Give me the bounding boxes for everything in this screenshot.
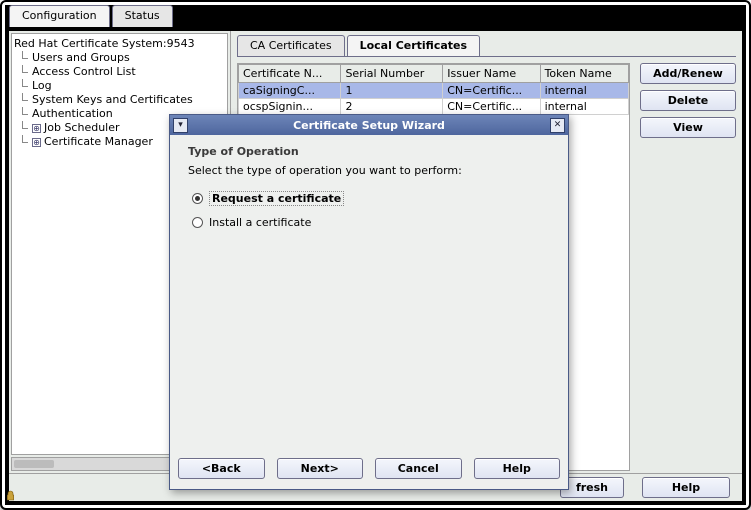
wizard-buttons: <Back Next> Cancel Help <box>170 452 568 489</box>
view-button[interactable]: View <box>640 117 736 138</box>
lock-icon <box>5 490 16 501</box>
help-button[interactable]: Help <box>642 477 730 498</box>
refresh-button[interactable]: fresh <box>560 477 624 498</box>
tree-item-label: Certificate Manager <box>44 135 153 148</box>
minimize-icon[interactable]: ▾ <box>173 118 188 133</box>
wizard-instruction: Select the type of operation you want to… <box>188 164 552 177</box>
dialog-body: Type of Operation Select the type of ope… <box>170 135 568 452</box>
tab-status[interactable]: Status <box>112 5 173 27</box>
cell: 1 <box>341 83 443 99</box>
col-serial[interactable]: Serial Number <box>341 65 443 83</box>
cert-table[interactable]: Certificate N... Serial Number Issuer Na… <box>238 64 629 115</box>
app-window: Configuration Status Red Hat Certificate… <box>0 0 751 510</box>
cancel-button[interactable]: Cancel <box>375 458 462 479</box>
table-row[interactable]: caSigningC... 1 CN=Certific... internal <box>239 83 629 99</box>
tab-bar-fill <box>175 5 746 27</box>
action-buttons: Add/Renew Delete View <box>640 63 736 471</box>
table-row[interactable]: ocspSignin... 2 CN=Certific... internal <box>239 99 629 115</box>
tree-item-syskeys[interactable]: System Keys and Certificates <box>14 93 225 107</box>
cell: internal <box>540 99 628 115</box>
main-tabs: Configuration Status <box>5 5 746 27</box>
tree-item-log[interactable]: Log <box>14 79 225 93</box>
table-header-row: Certificate N... Serial Number Issuer Na… <box>239 65 629 83</box>
next-button[interactable]: Next> <box>277 458 364 479</box>
dialog-titlebar[interactable]: ▾ Certificate Setup Wizard ✕ <box>170 115 568 135</box>
cell: internal <box>540 83 628 99</box>
tab-ca-certificates[interactable]: CA Certificates <box>237 35 345 56</box>
expand-handle-icon[interactable]: ⊕ <box>32 124 41 133</box>
cell: 2 <box>341 99 443 115</box>
cell: ocspSignin... <box>239 99 341 115</box>
col-issuer[interactable]: Issuer Name <box>443 65 540 83</box>
tree-item-acl[interactable]: Access Control List <box>14 65 225 79</box>
tree-item-label: Job Scheduler <box>44 121 120 134</box>
status-bar <box>5 490 25 505</box>
radio-request[interactable] <box>192 193 203 204</box>
cert-tabs: CA Certificates Local Certificates <box>237 35 736 57</box>
option-install-cert[interactable]: Install a certificate <box>188 216 552 229</box>
scrollbar-thumb[interactable] <box>14 460 54 468</box>
tree-item-users-groups[interactable]: Users and Groups <box>14 51 225 65</box>
add-renew-button[interactable]: Add/Renew <box>640 63 736 84</box>
cell: caSigningC... <box>239 83 341 99</box>
option-request-cert[interactable]: Request a certificate <box>188 191 552 206</box>
expand-handle-icon[interactable]: ⊕ <box>32 138 41 147</box>
tree-root[interactable]: Red Hat Certificate System:9543 <box>14 37 225 51</box>
col-token[interactable]: Token Name <box>540 65 628 83</box>
radio-install[interactable] <box>192 217 203 228</box>
dialog-title-text: Certificate Setup Wizard <box>189 119 549 132</box>
delete-button[interactable]: Delete <box>640 90 736 111</box>
col-cert-name[interactable]: Certificate N... <box>239 65 341 83</box>
cell: CN=Certific... <box>443 83 540 99</box>
back-button[interactable]: <Back <box>178 458 265 479</box>
wizard-help-button[interactable]: Help <box>474 458 561 479</box>
cert-setup-wizard-dialog: ▾ Certificate Setup Wizard ✕ Type of Ope… <box>169 114 569 490</box>
option-label-install[interactable]: Install a certificate <box>209 216 311 229</box>
option-label-request[interactable]: Request a certificate <box>209 191 344 206</box>
tab-configuration[interactable]: Configuration <box>9 5 110 27</box>
wizard-heading: Type of Operation <box>188 145 552 158</box>
close-icon[interactable]: ✕ <box>550 118 565 133</box>
tab-local-certificates[interactable]: Local Certificates <box>347 35 480 56</box>
cell: CN=Certific... <box>443 99 540 115</box>
